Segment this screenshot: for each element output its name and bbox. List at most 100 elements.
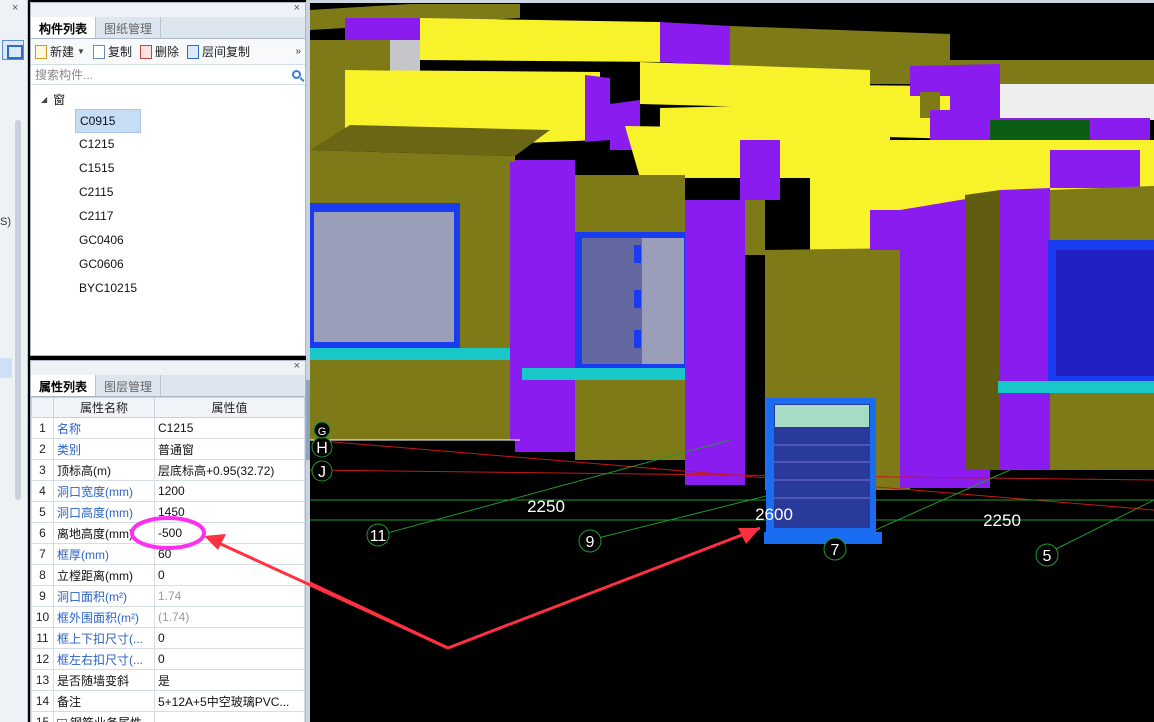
tree-root-label: 窗 <box>53 92 66 107</box>
property-value[interactable]: 普通窗 <box>154 438 305 460</box>
property-row[interactable]: 7 框厚(mm) 60 <box>31 543 305 565</box>
new-button[interactable]: 新建 ▼ <box>35 43 85 60</box>
property-row[interactable]: 4 洞口宽度(mm) 1200 <box>31 480 305 502</box>
tab-layer-management[interactable]: 图层管理 <box>96 375 162 396</box>
property-value[interactable]: 0 <box>154 564 305 586</box>
property-name: 框厚(mm) <box>53 543 155 565</box>
tree-item[interactable]: C2117 <box>41 205 305 229</box>
search-input[interactable] <box>35 67 292 82</box>
tree-item[interactable]: C2115 <box>41 181 305 205</box>
floor-copy-icon <box>186 44 199 59</box>
property-row[interactable]: 5 洞口高度(mm) 1450 <box>31 501 305 523</box>
property-name: 是否随墙变斜 <box>53 669 155 691</box>
property-row[interactable]: 13 是否随墙变斜 是 <box>31 669 305 691</box>
floor-copy-label: 层间复制 <box>201 45 250 59</box>
index-header <box>31 397 54 418</box>
row-index: 4 <box>31 480 54 502</box>
chevron-down-icon[interactable]: ▼ <box>77 47 85 56</box>
component-tree: ◢ 窗 C0915 C1215 C1515 C2115 C2117 GC0406 GC060… <box>31 85 305 301</box>
close-icon[interactable]: × <box>294 2 300 14</box>
row-index: 6 <box>31 522 54 544</box>
row-index: 11 <box>31 627 54 649</box>
row-index: 8 <box>31 564 54 586</box>
tab-property-list[interactable]: 属性列表 <box>31 375 97 396</box>
tree-item[interactable]: C0915 <box>41 109 305 133</box>
axis-label-g: G <box>318 426 327 438</box>
property-value[interactable] <box>154 711 305 722</box>
property-name: 顶标高(m) <box>53 459 155 481</box>
tree-item[interactable]: C1215 <box>41 133 305 157</box>
tree-root-window[interactable]: ◢ 窗 <box>41 89 305 109</box>
delete-button[interactable]: 删除 <box>139 43 179 60</box>
copy-button[interactable]: 复制 <box>92 43 132 60</box>
row-index: 12 <box>31 648 54 670</box>
component-list-panel: × 构件列表 图纸管理 新建 ▼ 复制 删除 层间复制 » ◢ 窗 <box>30 2 306 356</box>
dimension-label-2250-right: 2250 <box>983 511 1021 530</box>
property-row[interactable]: 1 名称 C1215 <box>31 417 305 439</box>
floor-copy-button[interactable]: 层间复制 <box>186 43 250 60</box>
panel-titlebar: × <box>31 2 305 17</box>
property-name: 洞口高度(mm) <box>53 501 155 523</box>
property-row[interactable]: 10 框外围面积(m²) (1.74) <box>31 606 305 628</box>
property-name: 名称 <box>53 417 155 439</box>
tab-drawing-management[interactable]: 图纸管理 <box>96 17 162 38</box>
property-value[interactable]: 5+12A+5中空玻璃PVC... <box>154 690 305 712</box>
property-value[interactable]: 层底标高+0.95(32.72) <box>154 459 305 481</box>
row-index: 10 <box>31 606 54 628</box>
property-name: 立樘距离(mm) <box>53 564 155 586</box>
delete-label: 删除 <box>154 45 179 59</box>
property-value[interactable]: 60 <box>154 543 305 565</box>
tab-component-list[interactable]: 构件列表 <box>31 17 97 38</box>
property-name-label: 备注 <box>57 694 82 709</box>
property-row[interactable]: 3 顶标高(m) 层底标高+0.95(32.72) <box>31 459 305 481</box>
left-collapsed-panel: × S) <box>0 0 28 722</box>
property-row[interactable]: 12 框左右扣尺寸(... 0 <box>31 648 305 670</box>
property-value[interactable]: 0 <box>154 627 305 649</box>
3d-model-scene: 11 9 7 5 H J G 2250 2600 2250 <box>310 0 1154 650</box>
close-icon[interactable]: × <box>294 360 300 372</box>
property-row[interactable]: 2 类别 普通窗 <box>31 438 305 460</box>
delete-icon <box>139 44 152 59</box>
property-value[interactable]: 是 <box>154 669 305 691</box>
property-value[interactable]: -500 <box>154 522 305 544</box>
collapse-triangle-icon[interactable]: ◢ <box>41 95 47 104</box>
property-name-label: 框厚(mm) <box>57 547 109 562</box>
property-name-label: 名称 <box>57 421 82 436</box>
property-row[interactable]: 6 离地高度(mm) -500 <box>31 522 305 544</box>
close-icon[interactable]: × <box>12 2 18 14</box>
tree-item[interactable]: GC0406 <box>41 229 305 253</box>
new-label: 新建 <box>50 45 75 59</box>
row-index: 3 <box>31 459 54 481</box>
property-name-label: 类别 <box>57 442 82 457</box>
tree-item-label: C1215 <box>79 137 115 151</box>
property-value[interactable]: 1450 <box>154 501 305 523</box>
property-row[interactable]: 14 备注 5+12A+5中空玻璃PVC... <box>31 690 305 712</box>
tree-item[interactable]: BYC10215 <box>41 277 305 301</box>
panel-toggle-button[interactable] <box>2 40 24 60</box>
property-row[interactable]: 9 洞口面积(m²) 1.74 <box>31 585 305 607</box>
property-name-label: 离地高度(mm) <box>57 526 133 541</box>
property-row[interactable]: 8 立樘距离(mm) 0 <box>31 564 305 586</box>
tree-item[interactable]: GC0606 <box>41 253 305 277</box>
scrollbar[interactable] <box>15 120 21 500</box>
toolbar-overflow-button[interactable]: » <box>295 46 301 57</box>
property-name: +钢筋业务属性 <box>53 711 155 722</box>
property-name-label: 洞口面积(m²) <box>57 589 127 604</box>
property-value[interactable]: 1200 <box>154 480 305 502</box>
search-icon[interactable] <box>292 70 301 79</box>
property-header-row: 属性名称 属性值 <box>31 397 305 418</box>
property-value[interactable]: 0 <box>154 648 305 670</box>
axis-label-11: 11 <box>370 528 387 545</box>
tree-item-label: GC0406 <box>79 233 124 247</box>
expand-icon[interactable]: + <box>57 718 67 722</box>
3d-viewport[interactable]: 11 9 7 5 H J G 2250 2600 2250 <box>310 0 1154 722</box>
property-name-label: 立樘距离(mm) <box>57 568 133 583</box>
new-file-icon <box>35 44 47 59</box>
property-row[interactable]: 15+钢筋业务属性 <box>31 711 305 722</box>
component-search <box>31 65 305 85</box>
property-name: 洞口宽度(mm) <box>53 480 155 502</box>
tree-item-label: C1515 <box>79 161 115 175</box>
property-value[interactable]: C1215 <box>154 417 305 439</box>
tree-item[interactable]: C1515 <box>41 157 305 181</box>
property-row[interactable]: 11 框上下扣尺寸(... 0 <box>31 627 305 649</box>
